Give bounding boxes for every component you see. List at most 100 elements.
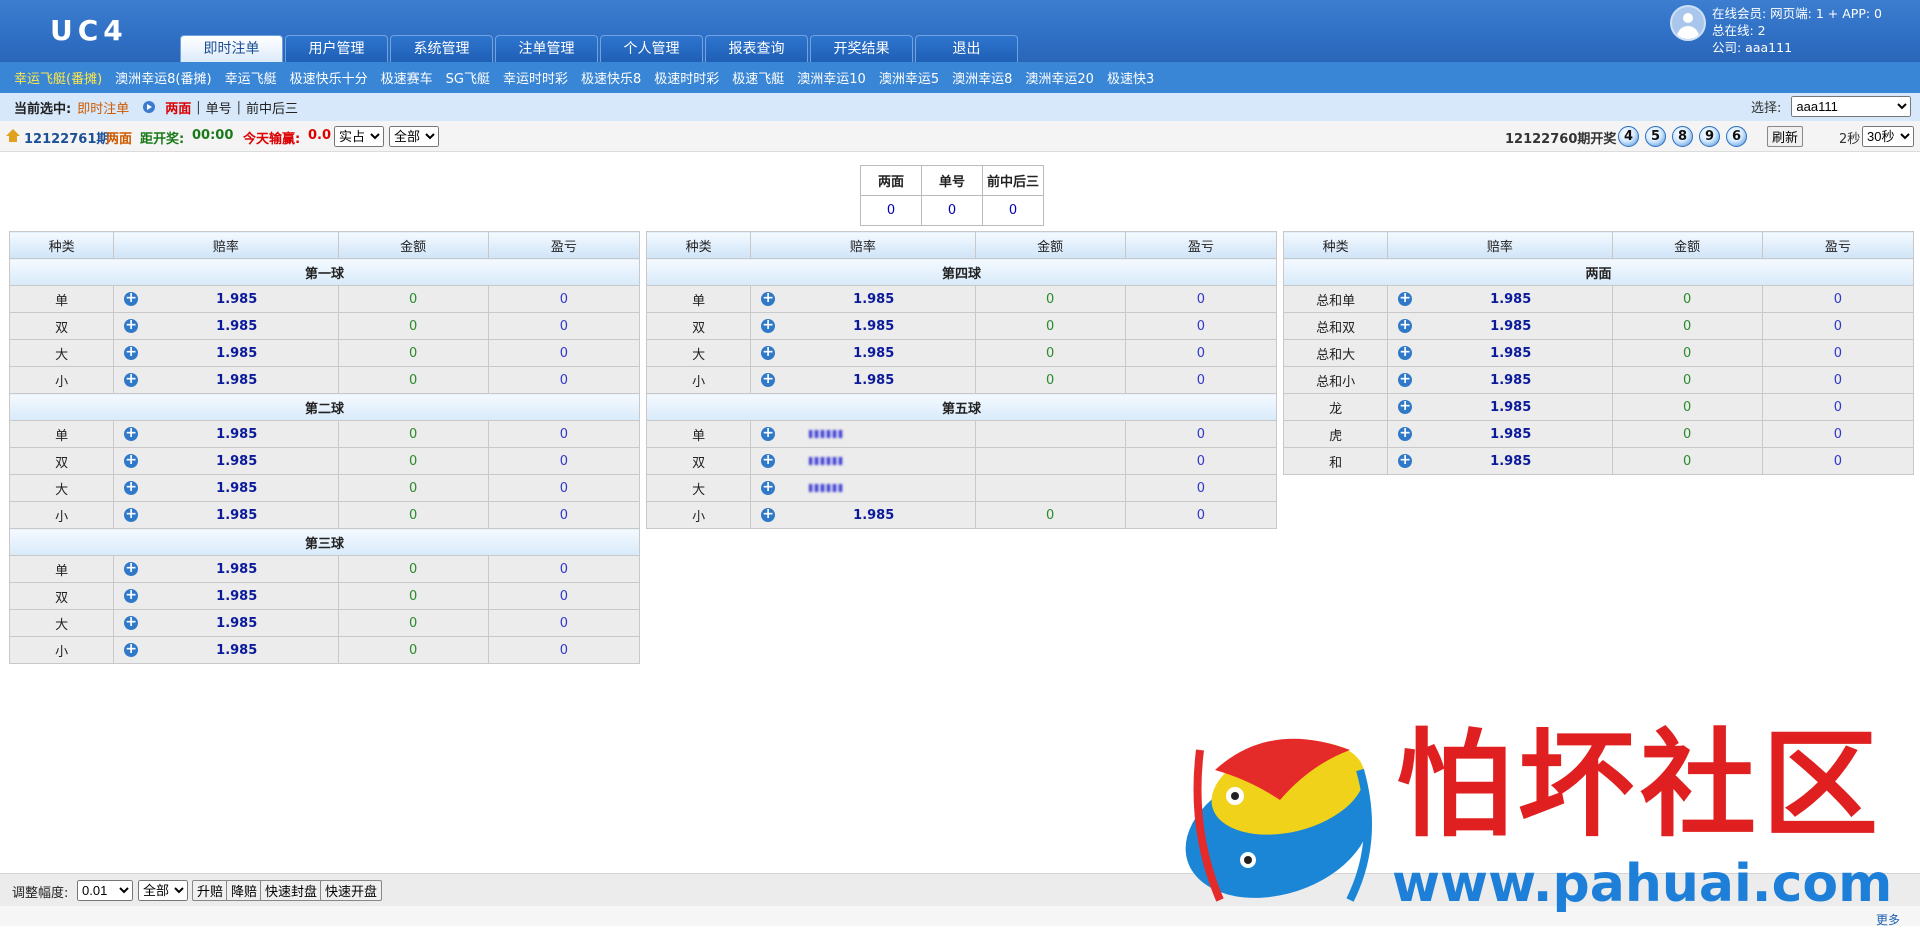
game-item[interactable]: 澳洲幸运5 [879,68,939,87]
home-icon[interactable] [6,129,20,143]
plus-icon[interactable]: + [1398,426,1413,441]
odds-value[interactable]: 1.985 [216,481,257,496]
tab-single-number[interactable]: 单号 [206,98,232,117]
plus-icon[interactable]: + [124,480,139,495]
tab-reports[interactable]: 报表查询 [705,35,808,62]
plus-icon[interactable]: + [124,426,139,441]
odds-value[interactable]: 1.985 [853,373,894,388]
odds-value[interactable]: 1.985 [853,319,894,334]
game-item[interactable]: 澳洲幸运8(番摊) [115,68,211,87]
plus-icon[interactable]: + [1398,291,1413,306]
odds-value[interactable]: 1.985 [1490,454,1531,469]
game-item[interactable]: 澳洲幸运10 [797,68,866,87]
tab-user-management[interactable]: 用户管理 [285,35,388,62]
bet-kind: 总和小 [1282,366,1389,394]
odds-value[interactable]: 1.985 [216,319,257,334]
game-item[interactable]: 极速快乐8 [581,68,641,87]
game-item[interactable]: 幸运飞艇(番摊) [14,68,102,87]
plus-icon[interactable]: + [1398,345,1413,360]
tab-personal-management[interactable]: 个人管理 [600,35,703,62]
tab-two-sides[interactable]: 两面 [165,98,191,117]
plus-icon[interactable]: + [761,453,776,468]
tab-front-mid-back[interactable]: 前中后三 [246,98,298,117]
game-item[interactable]: 幸运飞艇 [225,68,277,87]
plus-icon[interactable]: + [761,480,776,495]
column-header: 盈亏 [1761,231,1915,259]
plus-icon[interactable]: + [124,453,139,468]
amount-cell: 0 [337,366,489,394]
odds-value[interactable]: 1.985 [216,454,257,469]
footer-scope-select[interactable]: 全部 [138,880,188,901]
plus-icon[interactable]: + [761,345,776,360]
odds-value[interactable]: 1.985 [853,508,894,523]
top-nav: 即时注单 用户管理 系统管理 注单管理 个人管理 报表查询 开奖结果 退出 [180,35,1020,62]
lower-odds-button[interactable]: 降赔 [226,880,263,901]
odds-value[interactable]: 1.985 [216,589,257,604]
scope-select[interactable]: 全部 [389,126,439,147]
odds-value[interactable]: 1.985 [853,346,894,361]
odds-value[interactable]: 1.985 [216,292,257,307]
odds-value[interactable]: 1.985 [216,427,257,442]
plus-icon[interactable]: + [1398,372,1413,387]
bet-kind: 单 [645,420,752,448]
game-item[interactable]: 极速快乐十分 [290,68,368,87]
plus-icon[interactable]: + [761,318,776,333]
odds-value[interactable]: 1.985 [1490,427,1531,442]
game-item[interactable]: 极速飞艇 [732,68,784,87]
mode-select[interactable]: 实占 [334,126,384,147]
online-info: 在线会员: 网页端: 1 + APP: 0 总在线: 2 公司: aaa111 [1670,5,1882,56]
odds-value[interactable]: 1.985 [1490,292,1531,307]
odds-value[interactable]: 1.985 [216,508,257,523]
tab-bet-management[interactable]: 注单管理 [495,35,598,62]
plus-icon[interactable]: + [761,507,776,522]
odds-value[interactable]: 1.985 [1490,373,1531,388]
plus-icon[interactable]: + [124,507,139,522]
plus-icon[interactable]: + [124,372,139,387]
tab-logout[interactable]: 退出 [915,35,1018,62]
raise-odds-button[interactable]: 升赔 [192,880,229,901]
last-draw-label: 12122760期开奖 [1505,132,1617,147]
game-item[interactable]: SG飞艇 [446,68,490,87]
game-item[interactable]: 极速时时彩 [654,68,719,87]
plus-icon[interactable]: + [761,291,776,306]
plus-icon[interactable]: + [1398,453,1413,468]
odds-value[interactable]: 1.985 [1490,400,1531,415]
plus-icon[interactable]: + [761,426,776,441]
tab-system-management[interactable]: 系统管理 [390,35,493,62]
plus-icon[interactable]: + [1398,318,1413,333]
quick-close-button[interactable]: 快速封盘 [260,880,323,901]
plus-icon[interactable]: + [124,642,139,657]
plus-icon[interactable]: + [124,615,139,630]
tab-draw-results[interactable]: 开奖结果 [810,35,913,62]
bet-kind: 小 [645,501,752,529]
refresh-button[interactable]: 刷新 [1767,126,1804,147]
table-row: 龙 +1.985 0 0 [1282,393,1915,421]
plus-icon[interactable]: + [761,372,776,387]
game-item[interactable]: 极速快3 [1107,68,1154,87]
plus-icon[interactable]: + [124,345,139,360]
odds-value[interactable]: 1.985 [216,373,257,388]
odds-value[interactable]: 1.985 [853,292,894,307]
odds-value[interactable]: 1.985 [216,643,257,658]
plus-icon[interactable]: + [124,291,139,306]
quick-open-button[interactable]: 快速开盘 [320,880,383,901]
odds-value[interactable]: 1.985 [216,346,257,361]
agent-select[interactable]: aaa111 [1791,96,1912,117]
plus-icon[interactable]: + [1398,399,1413,414]
step-select[interactable]: 0.01 [77,880,133,901]
odds-value[interactable]: 1.985 [216,562,257,577]
odds-value[interactable]: 1.985 [1490,319,1531,334]
game-item[interactable]: 澳洲幸运8 [952,68,1012,87]
odds-value[interactable]: 1.985 [216,616,257,631]
odds-value[interactable]: 1.985 [1490,346,1531,361]
game-item[interactable]: 幸运时时彩 [503,68,568,87]
game-item[interactable]: 澳洲幸运20 [1025,68,1094,87]
plus-icon[interactable]: + [124,561,139,576]
section-title: 第四球 [646,258,1277,286]
game-item[interactable]: 极速赛车 [381,68,433,87]
plus-icon[interactable]: + [124,318,139,333]
plus-icon[interactable]: + [124,588,139,603]
profit-loss-cell: 0 [1124,501,1278,529]
tab-instant-bets[interactable]: 即时注单 [180,35,283,62]
interval-select[interactable]: 30秒 [1862,126,1914,147]
